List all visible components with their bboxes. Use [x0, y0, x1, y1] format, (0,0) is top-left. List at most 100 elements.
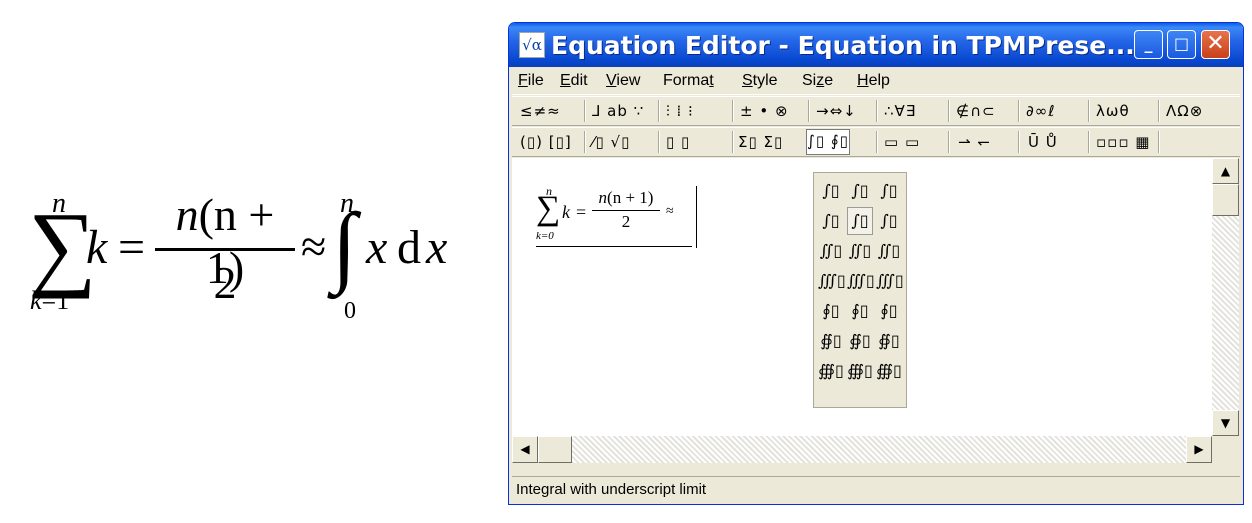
menu-format-accel: t: [709, 72, 714, 89]
palette-separator: [1088, 131, 1090, 153]
summation-templates-palette[interactable]: Σ▯ Σ▯: [738, 131, 783, 153]
horizontal-scrollbar[interactable]: ◀ ▶: [512, 436, 1212, 463]
integrand: x: [366, 221, 388, 274]
large-formula: n ∑ k=1 k = n(n + 1) 2 ≈ n ∫ 0 x d x: [0, 0, 490, 523]
close-button[interactable]: ✕: [1201, 30, 1230, 59]
palette-separator: [948, 131, 950, 153]
set-theory-palette[interactable]: ∉∩⊂: [956, 100, 996, 122]
subscript-superscript-palette[interactable]: ▯ ▯: [666, 131, 690, 153]
menu-file-accel: F: [518, 72, 528, 89]
products-set-theory-palette[interactable]: Ū Ů: [1028, 131, 1058, 153]
integral-template[interactable]: ∫▯: [818, 177, 844, 205]
integral-templates-dropdown: ∫▯ ∫▯ ∫▯ ∫▯ ∫▯ ∫▯ ∬▯ ∬▯ ∬▯ ∭▯ ∭▯ ∭▯ ∮▯ ∮…: [813, 172, 907, 408]
greek-uppercase-palette[interactable]: ΛΩ⊗: [1166, 100, 1203, 122]
fence-templates-palette[interactable]: (▯) [▯]: [520, 131, 572, 153]
maximize-button[interactable]: □: [1167, 30, 1196, 59]
embellishments-palette[interactable]: ⫶ ⁞ ⁝: [666, 100, 694, 122]
vertical-scrollbar[interactable]: ▲ ▼: [1212, 158, 1239, 436]
menu-file[interactable]: File: [518, 72, 544, 90]
underbar-overbar-palette[interactable]: ▭ ▭: [884, 131, 920, 153]
palette-separator: [1158, 100, 1160, 122]
relational-symbols-palette[interactable]: ≤≠≈: [520, 100, 561, 122]
surface-integral-template[interactable]: ∯▯: [876, 327, 902, 355]
differential-d: d: [397, 221, 421, 274]
matrix-templates-palette[interactable]: ▫▫▫ ▦: [1096, 131, 1150, 153]
scroll-right-arrow-icon[interactable]: ▶: [1186, 436, 1212, 463]
greek-lowercase-palette[interactable]: λωθ: [1096, 100, 1130, 122]
horizontal-scroll-thumb[interactable]: [538, 436, 572, 463]
scroll-down-arrow-icon[interactable]: ▼: [1212, 410, 1239, 436]
integral-lower-limit: 0: [344, 298, 356, 324]
surface-integral-template[interactable]: ∯▯: [847, 327, 873, 355]
volume-integral-template[interactable]: ∰▯: [876, 357, 902, 385]
palette-separator: [948, 100, 950, 122]
volume-integral-template[interactable]: ∰▯: [847, 357, 873, 385]
double-integral-template[interactable]: ∬▯: [876, 237, 902, 265]
spaces-ellipses-palette[interactable]: ⅃ ab ∵: [592, 100, 644, 122]
menu-view-accel: V: [606, 72, 617, 89]
small-numerator: n(n + 1): [590, 188, 662, 208]
fraction-bar: [155, 248, 295, 251]
palette-separator: [1018, 100, 1020, 122]
logical-symbols-palette[interactable]: ∴∀∃: [884, 100, 916, 122]
integral-symbol: ∫: [332, 196, 357, 295]
volume-integral-template[interactable]: ∰▯: [818, 357, 844, 385]
title-bar[interactable]: √α Equation Editor - Equation in TPMPres…: [509, 23, 1243, 67]
arrow-symbols-palette[interactable]: →⇔↓: [816, 100, 857, 122]
small-denominator: 2: [621, 212, 631, 231]
triple-integral-template[interactable]: ∭▯: [847, 267, 875, 295]
menu-format-label: Forma: [663, 72, 710, 89]
labeled-arrow-palette[interactable]: ⇀ ↽: [958, 131, 991, 153]
triple-integral-template[interactable]: ∭▯: [876, 267, 904, 295]
surface-integral-template[interactable]: ∯▯: [818, 327, 844, 355]
integral-template[interactable]: ∫▯: [847, 177, 873, 205]
fraction-radical-palette[interactable]: ⁄▯ √▯: [592, 131, 630, 153]
palette-separator: [808, 100, 810, 122]
menu-format[interactable]: Format: [663, 72, 714, 90]
scrollbar-corner: [1212, 436, 1239, 463]
status-text: Integral with underscript limit: [516, 481, 707, 498]
integral-templates-palette[interactable]: ∫▯ ∮▯: [806, 129, 850, 155]
minimize-button[interactable]: _: [1134, 30, 1163, 59]
triple-integral-template[interactable]: ∭▯: [818, 267, 846, 295]
small-fraction-bar: [592, 210, 660, 211]
scroll-left-arrow-icon[interactable]: ◀: [512, 436, 538, 463]
template-palette-bar: (▯) [▯] ⁄▯ √▯ ▯ ▯ Σ▯ Σ▯ ∫▯ ∮▯ ▭ ▭ ⇀ ↽ Ū …: [512, 127, 1240, 157]
double-integral-template[interactable]: ∬▯: [818, 237, 844, 265]
integral-template[interactable]: ∫▯: [876, 207, 902, 235]
menu-edit-accel: E: [560, 72, 571, 89]
menu-edit[interactable]: Edit: [560, 72, 588, 90]
integral-underscript-template[interactable]: ∫▯: [847, 207, 873, 235]
palette-separator: [876, 131, 878, 153]
integral-template[interactable]: ∫▯: [876, 177, 902, 205]
double-integral-template[interactable]: ∬▯: [847, 237, 873, 265]
small-numerator-n: n: [598, 188, 608, 207]
menu-size[interactable]: Size: [802, 72, 833, 90]
menu-size-label-end: e: [824, 72, 834, 89]
menu-help-label: elp: [868, 72, 890, 89]
palette-separator: [658, 100, 660, 122]
vertical-scroll-thumb[interactable]: [1212, 184, 1239, 216]
menu-edit-label: dit: [570, 72, 588, 89]
contour-integral-template[interactable]: ∮▯: [876, 297, 902, 325]
contour-integral-template[interactable]: ∮▯: [847, 297, 873, 325]
integral-template[interactable]: ∫▯: [818, 207, 844, 235]
small-equals: =: [576, 202, 587, 222]
menu-help-accel: H: [857, 72, 869, 89]
menu-view-label: iew: [616, 72, 641, 89]
differential-variable: x: [426, 221, 448, 274]
palette-separator: [584, 131, 586, 153]
menu-style[interactable]: Style: [742, 72, 778, 90]
contour-integral-template[interactable]: ∮▯: [818, 297, 844, 325]
equals-sign: =: [118, 221, 146, 274]
menu-help[interactable]: Help: [857, 72, 890, 90]
menu-view[interactable]: View: [606, 72, 640, 90]
equation-editor-app-icon[interactable]: √α: [519, 32, 545, 58]
misc-symbols-palette[interactable]: ∂∞ℓ: [1026, 100, 1055, 122]
palette-separator: [584, 100, 586, 122]
menu-style-accel: S: [742, 72, 753, 89]
scroll-up-arrow-icon[interactable]: ▲: [1212, 158, 1239, 184]
status-bar: Integral with underscript limit: [512, 476, 1240, 503]
edited-equation[interactable]: n ∑ k=0 k = n(n + 1) 2 ≈: [534, 184, 712, 248]
operator-symbols-palette[interactable]: ± • ⊗: [740, 100, 789, 122]
